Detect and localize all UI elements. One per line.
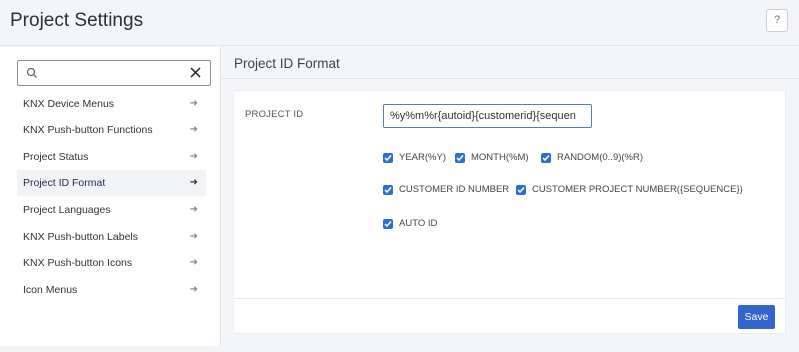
project-id-input[interactable]: %y%m%r{autoid}{customerid}{sequen [383,104,592,128]
sidebar-item-label: Project ID Format [23,177,106,189]
search-input[interactable] [17,60,211,86]
section-header: Project ID Format [222,47,799,79]
close-icon[interactable] [190,67,201,78]
arrow-right-icon: ➜ [189,257,198,268]
save-button[interactable]: Save [738,305,775,329]
arrow-right-icon: ➜ [189,231,198,242]
sidebar-item-project-status[interactable]: Project Status ➜ [17,144,206,170]
sidebar-item-icon-menus[interactable]: Icon Menus ➜ [17,277,206,303]
sidebar-item-label: Project Status [23,151,89,163]
search-icon [26,67,37,78]
section-title: Project ID Format [234,56,340,71]
sidebar-item-label: KNX Push-button Icons [23,257,133,269]
sidebar-item-label: Icon Menus [23,284,78,296]
sidebar-item-knx-device-menus[interactable]: KNX Device Menus ➜ [17,91,206,117]
sidebar-item-label: Project Languages [23,204,111,216]
arrow-right-icon: ➜ [189,204,198,215]
checkbox-label: RANDOM(0..9)(%R) [557,152,644,163]
page-title: Project Settings [10,10,144,31]
checkbox-checked-icon [455,153,465,163]
help-button[interactable]: ? [766,9,788,32]
settings-panel: PROJECT ID %y%m%r{autoid}{customerid}{se… [233,90,786,334]
arrow-right-icon: ➜ [189,284,198,295]
checkbox-label: CUSTOMER PROJECT NUMBER({SEQUENCE}) [532,184,743,195]
sidebar-item-project-id-format[interactable]: Project ID Format ➜ [17,170,206,196]
checkbox-checked-icon [383,185,393,195]
sidebar: KNX Device Menus ➜ KNX Push-button Funct… [0,47,221,346]
arrow-right-icon: ➜ [189,124,198,135]
checkbox-label: MONTH(%M) [471,152,529,163]
sidebar-item-label: KNX Device Menus [23,98,115,110]
sidebar-item-knx-push-button-functions[interactable]: KNX Push-button Functions ➜ [17,117,206,143]
sidebar-item-project-languages[interactable]: Project Languages ➜ [17,197,206,223]
checkbox-label: AUTO ID [399,218,438,229]
checkbox-label: YEAR(%Y) [399,152,446,163]
sidebar-item-knx-push-button-icons[interactable]: KNX Push-button Icons ➜ [17,250,206,276]
sidebar-item-knx-push-button-labels[interactable]: KNX Push-button Labels ➜ [17,224,206,250]
checkbox-checked-icon [383,153,393,163]
sidebar-item-label: KNX Push-button Labels [23,231,138,243]
checkbox-checked-icon [383,219,393,229]
divider [234,298,785,299]
arrow-right-icon: ➜ [189,151,198,162]
checkbox-checked-icon [541,153,551,163]
sidebar-item-label: KNX Push-button Functions [23,124,153,136]
project-id-label: PROJECT ID [245,109,304,120]
arrow-right-icon: ➜ [189,98,198,109]
arrow-right-icon: ➜ [189,177,198,188]
checkbox-checked-icon [516,185,526,195]
checkbox-label: CUSTOMER ID NUMBER [399,184,510,195]
page-header: Project Settings ? [0,0,799,46]
